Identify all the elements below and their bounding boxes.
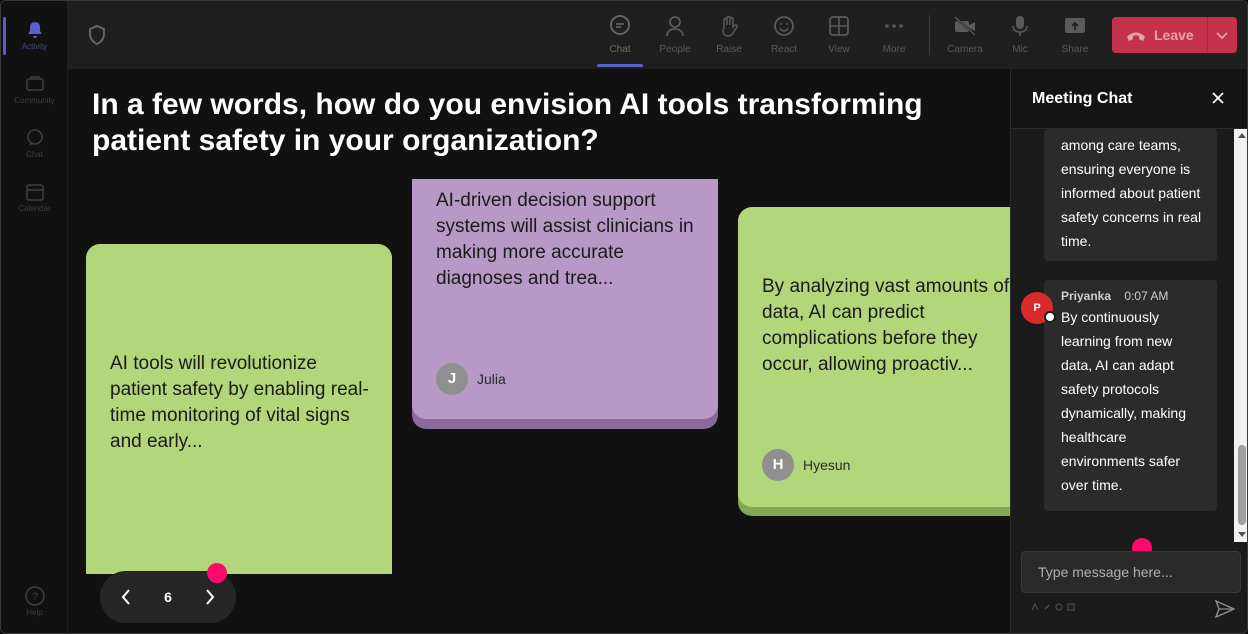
chat-message: among care teams, ensuring everyone is i…: [1044, 129, 1217, 261]
chat-icon: [25, 128, 45, 148]
toolbar-react-label: React: [770, 44, 798, 55]
teams-meeting-window: Activity Community Chat Calendar ? Help: [0, 0, 1248, 634]
presence-status-dot: [1044, 311, 1056, 323]
leave-button[interactable]: Leave: [1112, 17, 1237, 53]
chat-compose-tools: [1031, 602, 1075, 611]
toolbar-people-label: People: [659, 44, 691, 55]
chat-message-meta: Priyanka 0:07 AM: [1061, 287, 1207, 305]
emoji-icon[interactable]: [1055, 603, 1063, 611]
app-rail: Activity Community Chat Calendar ? Help: [1, 1, 68, 633]
toolbar-camera-label: Camera: [947, 44, 983, 55]
attach-icon[interactable]: [1043, 603, 1051, 611]
share-screen-icon: [1063, 14, 1087, 38]
author-name: Hyesun: [803, 457, 851, 473]
toolbar-share-label: Share: [1061, 44, 1089, 55]
more-dots-icon: [882, 14, 906, 38]
author-avatar: J: [436, 363, 468, 395]
toolbar-view-label: View: [828, 44, 850, 55]
chat-message-text: among care teams, ensuring everyone is i…: [1061, 137, 1202, 249]
chat-scrollbar[interactable]: [1234, 129, 1247, 542]
chat-message-input[interactable]: [1021, 551, 1241, 593]
svg-text:?: ?: [31, 591, 37, 603]
chat-timestamp: 0:07 AM: [1124, 289, 1169, 303]
chat-message-text: By continuously learning from new data, …: [1061, 309, 1187, 493]
raise-hand-icon: [717, 14, 741, 38]
card-author: J Julia: [436, 363, 506, 395]
author-name: Julia: [477, 371, 506, 387]
presentation-stage: In a few words, how do you envision AI t…: [68, 69, 1010, 633]
community-icon: [25, 74, 45, 94]
send-icon[interactable]: [1214, 599, 1236, 619]
rail-label-chat: Chat: [26, 149, 43, 159]
toolbar-chat-button[interactable]: Chat: [597, 9, 643, 67]
toolbar-raise-button[interactable]: Raise: [706, 9, 752, 63]
page-number: 6: [164, 589, 172, 605]
toolbar-people-button[interactable]: People: [652, 9, 698, 63]
toolbar-more-button[interactable]: More: [871, 9, 917, 63]
camera-off-icon: [953, 14, 977, 38]
rail-item-calendar[interactable]: Calendar: [1, 171, 68, 223]
chat-header: Meeting Chat: [1011, 69, 1247, 129]
grid-view-icon: [827, 14, 851, 38]
hang-up-icon: [1126, 29, 1146, 41]
response-card[interactable]: AI tools will revolutionize patient safe…: [86, 244, 392, 574]
rail-label-activity: Activity: [21, 41, 48, 51]
author-avatar: H: [762, 449, 794, 481]
scrollbar-thumb[interactable]: [1238, 445, 1246, 525]
question-title: In a few words, how do you envision AI t…: [92, 88, 923, 157]
people-icon: [663, 14, 687, 38]
toolbar-divider: [929, 15, 930, 55]
response-card[interactable]: AI-driven decision support systems will …: [412, 179, 718, 419]
rail-item-help[interactable]: ? Help: [1, 575, 68, 627]
toolbar-camera-button[interactable]: Camera: [942, 9, 988, 63]
scroll-up-arrow[interactable]: [1238, 133, 1246, 138]
rail-label-calendar: Calendar: [18, 203, 51, 213]
toolbar-mic-label: Mic: [1012, 44, 1028, 55]
chat-title: Meeting Chat: [1032, 90, 1133, 107]
rail-item-chat[interactable]: Chat: [1, 117, 68, 169]
toolbar-react-button[interactable]: React: [761, 9, 807, 63]
smiley-icon: [772, 14, 796, 38]
previous-page-button[interactable]: [116, 587, 136, 607]
rail-label-help: Help: [26, 607, 43, 617]
response-card-text: By analyzing vast amounts of data, AI ca…: [762, 276, 1010, 375]
bell-icon: [25, 20, 45, 40]
response-card[interactable]: By analyzing vast amounts of data, AI ca…: [738, 207, 1010, 507]
leave-label: Leave: [1154, 27, 1194, 43]
meeting-chat-panel: Meeting Chat among care teams, ensuring …: [1010, 69, 1247, 633]
toolbar-chat-label: Chat: [609, 44, 631, 55]
next-page-button[interactable]: [200, 587, 220, 607]
toolbar-raise-label: Raise: [716, 44, 742, 55]
response-card-text: AI-driven decision support systems will …: [436, 190, 694, 289]
shield-icon[interactable]: [88, 25, 106, 46]
rail-item-community[interactable]: Community: [1, 63, 68, 115]
gif-icon[interactable]: [1067, 603, 1075, 611]
chat-bubble-icon: [608, 14, 632, 38]
cursor-indicator-dot: [207, 563, 227, 583]
card-author: H Hyesun: [762, 449, 850, 481]
chat-message: Priyanka 0:07 AM By continuously learnin…: [1044, 280, 1217, 511]
response-card-text: AI tools will revolutionize patient safe…: [110, 353, 369, 452]
calendar-icon: [25, 182, 45, 202]
leave-divider: [1207, 17, 1208, 53]
chat-messages: among care teams, ensuring everyone is i…: [1011, 129, 1234, 542]
toolbar-share-button[interactable]: Share: [1052, 9, 1098, 63]
toolbar-more-label: More: [882, 44, 906, 55]
chat-sender-name: Priyanka: [1061, 289, 1112, 303]
microphone-icon: [1008, 14, 1032, 38]
toolbar-view-button[interactable]: View: [816, 9, 862, 63]
toolbar-mic-button[interactable]: Mic: [997, 9, 1043, 63]
scroll-down-arrow[interactable]: [1238, 532, 1246, 537]
close-icon[interactable]: [1210, 90, 1226, 106]
help-icon: ?: [24, 585, 45, 606]
meeting-toolbar: Chat People Raise React View More Camera…: [68, 1, 1247, 69]
rail-item-activity[interactable]: Activity: [1, 9, 68, 61]
chevron-down-icon[interactable]: [1215, 28, 1229, 42]
format-icon[interactable]: [1031, 602, 1039, 611]
rail-label-community: Community: [14, 95, 55, 105]
